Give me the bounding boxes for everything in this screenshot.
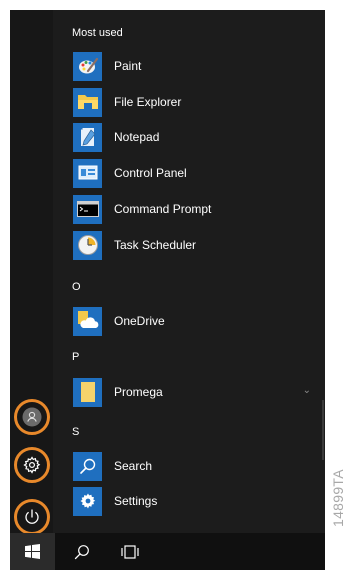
search-icon <box>73 451 102 481</box>
app-label: Notepad <box>114 130 160 144</box>
start-button[interactable] <box>10 533 55 570</box>
section-header-o: O <box>72 281 81 293</box>
user-account-button[interactable] <box>14 399 50 435</box>
highlight-ring <box>14 499 50 535</box>
app-label: File Explorer <box>114 95 182 109</box>
app-task-scheduler[interactable]: Task Scheduler <box>73 230 325 260</box>
cloud-icon <box>73 306 102 336</box>
notepad-icon <box>73 122 102 152</box>
app-label: Control Panel <box>114 166 187 180</box>
taskbar <box>10 533 325 570</box>
start-menu: Most used Paint File Explorer Notepad Co… <box>10 10 325 543</box>
section-header-most-used: Most used <box>72 27 123 39</box>
settings-button[interactable] <box>14 447 50 483</box>
app-notepad[interactable]: Notepad <box>73 122 325 152</box>
power-button[interactable] <box>14 499 50 535</box>
taskbar-search-button[interactable] <box>62 533 102 570</box>
scrollbar-thumb[interactable] <box>322 400 324 460</box>
gear-icon <box>73 486 102 516</box>
app-label: Promega <box>114 385 163 399</box>
app-settings[interactable]: Settings <box>73 486 325 516</box>
app-command-prompt[interactable]: Command Prompt <box>73 194 325 224</box>
app-search[interactable]: Search <box>73 451 325 481</box>
folder-icon <box>73 87 102 117</box>
figure-code: 14899TA <box>330 469 346 527</box>
app-label: Command Prompt <box>114 202 212 216</box>
scrollbar[interactable] <box>320 10 325 543</box>
task-view-button[interactable] <box>110 533 150 570</box>
control-panel-icon <box>73 158 102 188</box>
start-left-rail <box>10 10 53 543</box>
task-view-icon <box>121 544 139 559</box>
chevron-down-icon[interactable]: ⌄ <box>303 385 311 396</box>
app-label: Settings <box>114 494 158 508</box>
app-paint[interactable]: Paint <box>73 51 325 81</box>
clock-icon <box>73 230 102 260</box>
paint-icon <box>73 51 102 81</box>
windows-logo-icon <box>25 544 40 559</box>
app-label: OneDrive <box>114 314 165 328</box>
app-label: Paint <box>114 59 142 73</box>
command-prompt-icon <box>73 194 102 224</box>
section-header-p: P <box>72 351 80 363</box>
folder-promega[interactable]: Promega ⌄ <box>73 377 325 407</box>
app-label: Task Scheduler <box>114 238 197 252</box>
app-file-explorer[interactable]: File Explorer <box>73 87 325 117</box>
app-label: Search <box>114 459 153 473</box>
folder-icon <box>73 377 102 407</box>
search-icon <box>74 544 89 559</box>
app-onedrive[interactable]: OneDrive <box>73 306 325 336</box>
highlight-ring <box>14 399 50 435</box>
app-control-panel[interactable]: Control Panel <box>73 158 325 188</box>
section-header-s: S <box>72 426 80 438</box>
highlight-ring <box>14 447 50 483</box>
